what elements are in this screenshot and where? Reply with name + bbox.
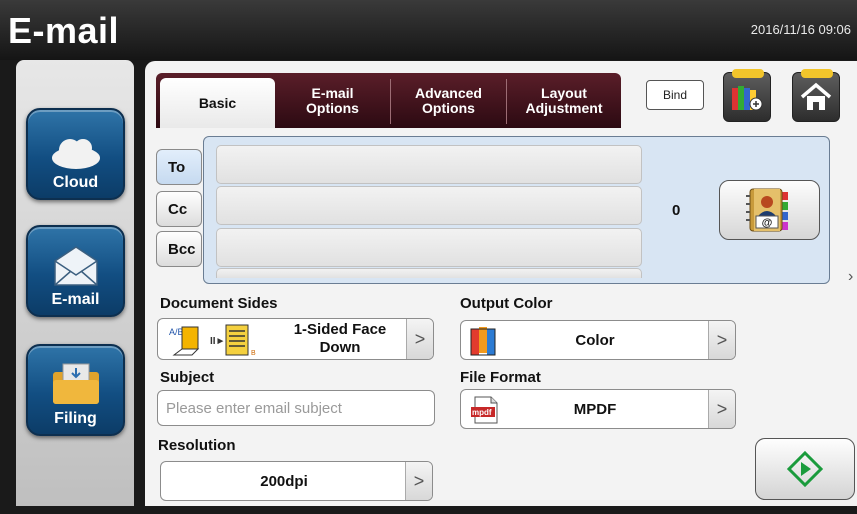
cc-field[interactable] (216, 186, 642, 225)
document-sides-icon: A/B II► B (169, 324, 256, 357)
color-mode-icon (470, 327, 496, 356)
sidebar-item-label: Filing (54, 410, 97, 427)
svg-text:A/B: A/B (169, 327, 184, 337)
sidebar-item-label: Cloud (52, 174, 99, 191)
envelope-icon (53, 246, 98, 286)
file-format-value: MPDF (573, 401, 617, 418)
document-sides-value: 1-Sided Face Down (270, 321, 410, 357)
address-book-button[interactable]: @ (719, 180, 820, 240)
tab-label: Adjustment (525, 99, 603, 116)
datetime-display: 2016/11/16 09:06 (750, 22, 851, 37)
tab-advanced-options[interactable]: Advanced Options (391, 73, 506, 128)
subject-label: Subject (160, 369, 215, 386)
tab-label: Advanced (415, 84, 482, 101)
button-cap (801, 69, 833, 78)
folder-icon (52, 363, 99, 404)
document-sides-value-line: Down (319, 339, 361, 356)
chevron-right-icon: > (708, 390, 735, 428)
tab-basic[interactable]: Basic (160, 78, 275, 128)
sidebar-item-filing[interactable]: Filing (26, 344, 125, 436)
sidebar-item-label: E-mail (51, 291, 100, 308)
document-sides-value-line: 1-Sided Face (293, 321, 387, 338)
button-cap (732, 69, 764, 78)
resolution-label: Resolution (158, 437, 236, 454)
chevron-right-icon: > (708, 321, 735, 359)
bcc-field[interactable] (216, 228, 642, 267)
file-format-select[interactable]: mpdf MPDF > (460, 389, 736, 429)
resolution-select[interactable]: 200dpi > (160, 461, 433, 501)
sidebar: Cloud E-mail Filing (16, 60, 134, 506)
sidebar-item-cloud[interactable]: Cloud (26, 108, 125, 200)
start-icon (787, 451, 823, 487)
svg-text:@: @ (761, 217, 772, 229)
address-book-icon: @ (745, 188, 788, 232)
output-color-label: Output Color (460, 295, 553, 312)
svg-text:II►: II► (210, 336, 225, 347)
home-button[interactable] (792, 69, 840, 122)
app-title: E-mail (8, 10, 120, 51)
subject-input[interactable] (157, 390, 435, 426)
sidebar-item-email[interactable]: E-mail (26, 225, 125, 317)
file-format-badge: mpdf (472, 408, 492, 417)
file-format-label: File Format (460, 369, 541, 386)
to-field[interactable] (216, 145, 642, 184)
cc-button[interactable]: Cc (156, 191, 202, 227)
start-scan-button[interactable] (755, 438, 855, 500)
svg-text:B: B (251, 350, 256, 357)
document-sides-select[interactable]: A/B II► B 1-Sided Face Down > (157, 318, 434, 360)
document-sides-label: Document Sides (160, 295, 278, 312)
bind-button[interactable]: Bind (646, 80, 704, 110)
to-button[interactable]: To (156, 149, 202, 185)
home-icon (800, 82, 832, 110)
output-color-select[interactable]: Color > (460, 320, 736, 360)
tab-label: Basic (198, 94, 237, 111)
tab-label: E-mail (311, 84, 354, 101)
tab-layout-adjustment[interactable]: Layout Adjustment (507, 73, 621, 128)
title-bar: E-mail 2016/11/16 09:06 (0, 0, 857, 60)
tab-label: Layout (541, 84, 587, 101)
recipient-field-overflow (216, 268, 642, 278)
tab-email-options[interactable]: E-mail Options (275, 73, 390, 128)
chevron-right-icon: > (406, 319, 433, 359)
more-arrow-icon[interactable]: › (848, 268, 853, 286)
tab-bar: Basic E-mail Options Advanced Options La… (156, 73, 621, 128)
scan-preview-icon (732, 86, 763, 111)
recipient-count: 0 (672, 202, 681, 219)
tab-label: Options (306, 99, 359, 116)
chevron-right-icon: > (405, 462, 432, 500)
output-color-value: Color (575, 332, 615, 349)
resolution-value: 200dpi (260, 473, 308, 490)
cloud-icon (51, 139, 100, 169)
tab-label: Options (422, 99, 475, 116)
bcc-button[interactable]: Bcc (156, 231, 202, 267)
scan-preview-button[interactable] (723, 69, 771, 122)
